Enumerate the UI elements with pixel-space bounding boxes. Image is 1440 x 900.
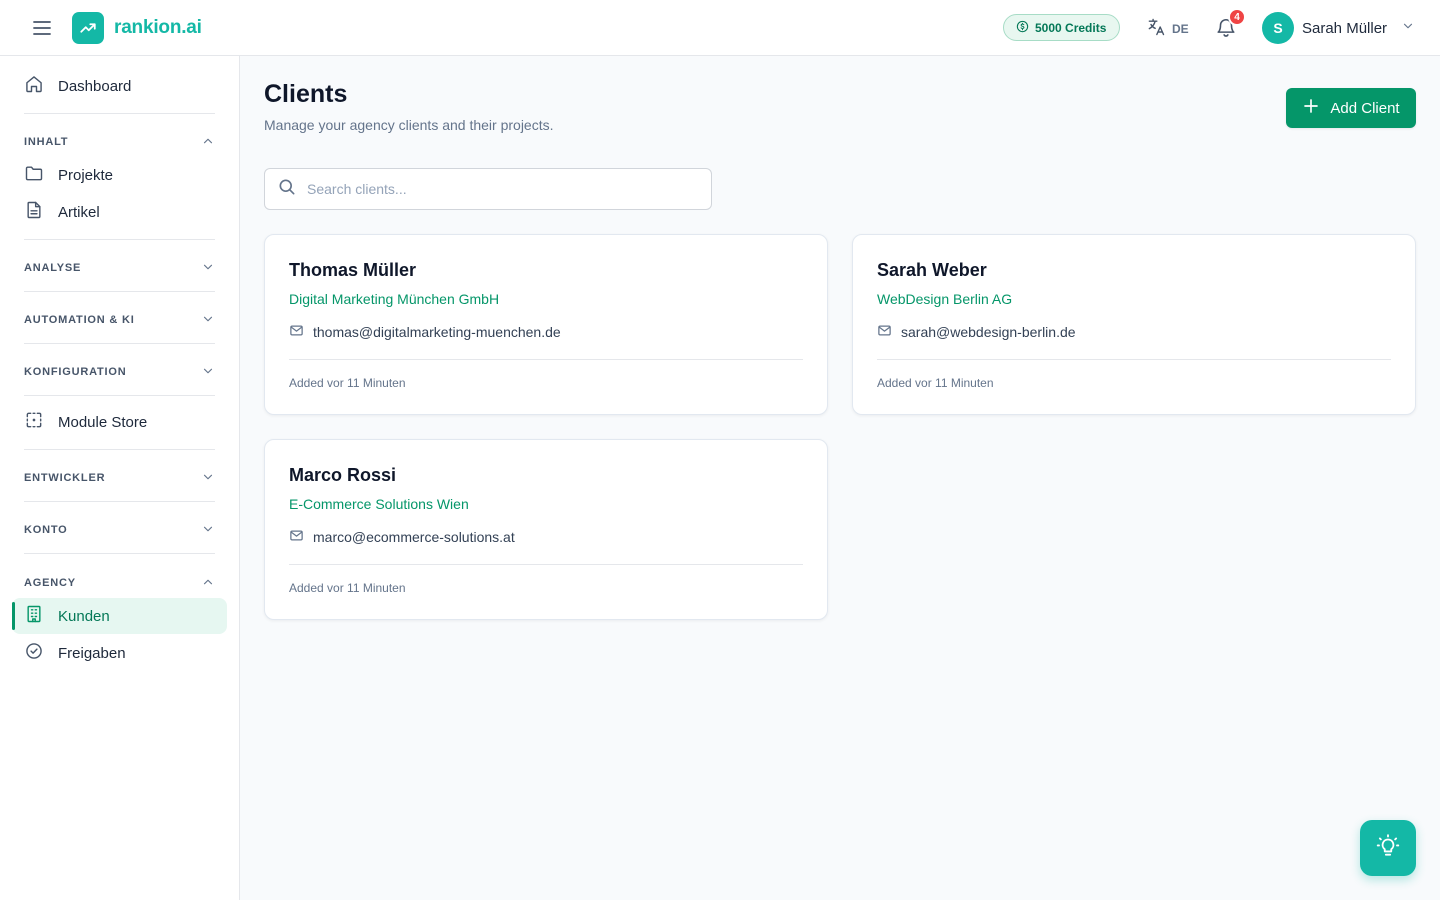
client-card[interactable]: Sarah Weber WebDesign Berlin AG sarah@we… — [852, 234, 1416, 415]
plus-icon — [1302, 97, 1320, 119]
divider — [24, 553, 215, 554]
divider — [24, 395, 215, 396]
chevron-down-icon — [1401, 19, 1415, 38]
search-icon — [277, 177, 297, 202]
active-indicator — [12, 602, 15, 630]
section-agency[interactable]: AGENCY — [24, 573, 215, 593]
client-company[interactable]: E-Commerce Solutions Wien — [289, 496, 803, 516]
sidebar-item-dashboard[interactable]: Dashboard — [12, 68, 227, 104]
chevron-up-icon — [201, 575, 215, 592]
section-analyse[interactable]: ANALYSE — [24, 258, 215, 278]
client-email[interactable]: marco@ecommerce-solutions.at — [313, 529, 515, 545]
search-input[interactable] — [307, 181, 687, 197]
add-client-label: Add Client — [1330, 99, 1400, 117]
top-bar: rankion.ai 5000 Credits DE 4 S Sarah Mül… — [0, 0, 1440, 56]
client-added-date: Added vor 11 Minuten — [289, 376, 406, 390]
client-email-row: marco@ecommerce-solutions.at — [289, 526, 803, 548]
section-label: INHALT — [24, 136, 69, 148]
divider — [289, 564, 803, 565]
chevron-down-icon — [201, 522, 215, 539]
language-switcher[interactable]: DE — [1146, 17, 1189, 40]
divider — [24, 291, 215, 292]
sidebar-item-projekte[interactable]: Projekte — [12, 157, 227, 193]
sidebar-item-module-store[interactable]: Module Store — [12, 404, 227, 440]
chevron-down-icon — [201, 260, 215, 277]
mail-icon — [877, 323, 892, 341]
chevron-down-icon — [201, 364, 215, 381]
user-name: Sarah Müller — [1302, 19, 1388, 37]
language-code: DE — [1172, 21, 1189, 36]
section-label: ENTWICKLER — [24, 472, 106, 484]
section-automation[interactable]: AUTOMATION & KI — [24, 310, 215, 330]
client-email[interactable]: thomas@digitalmarketing-muenchen.de — [313, 324, 561, 340]
chevron-down-icon — [201, 312, 215, 329]
section-label: AGENCY — [24, 577, 76, 589]
page-subtitle: Manage your agency clients and their pro… — [264, 117, 554, 133]
client-name: Thomas Müller — [289, 260, 417, 280]
chevron-up-icon — [201, 134, 215, 151]
divider — [289, 359, 803, 360]
client-added-date: Added vor 11 Minuten — [877, 376, 994, 390]
divider — [24, 239, 215, 240]
mail-icon — [289, 528, 304, 546]
client-added-date: Added vor 11 Minuten — [289, 581, 406, 595]
credits-label: 5000 Credits — [1035, 20, 1107, 35]
user-menu[interactable]: S Sarah Müller — [1262, 12, 1415, 44]
sidebar-item-label: Projekte — [58, 166, 114, 184]
section-inhalt[interactable]: INHALT — [24, 132, 215, 152]
section-konfiguration[interactable]: KONFIGURATION — [24, 362, 215, 382]
sidebar: Dashboard INHALT Projekte Artikel ANALYS… — [0, 56, 240, 900]
section-label: AUTOMATION & KI — [24, 314, 135, 326]
lightbulb-button[interactable] — [1360, 820, 1416, 876]
credits-badge[interactable]: 5000 Credits — [1003, 14, 1121, 41]
chevron-down-icon — [201, 470, 215, 487]
section-label: KONTO — [24, 524, 68, 536]
sidebar-item-label: Artikel — [58, 203, 100, 221]
add-client-button[interactable]: Add Client — [1286, 88, 1416, 128]
client-name: Sarah Weber — [877, 260, 987, 280]
translate-icon — [1146, 17, 1166, 40]
coin-icon — [1016, 20, 1029, 36]
sidebar-item-kunden[interactable]: Kunden — [12, 598, 227, 634]
sidebar-item-freigaben[interactable]: Freigaben — [12, 635, 227, 671]
menu-icon[interactable] — [30, 16, 54, 40]
sidebar-item-label: Module Store — [58, 413, 148, 431]
client-email-row: sarah@webdesign-berlin.de — [877, 321, 1391, 343]
mail-icon — [289, 323, 304, 341]
lightbulb-icon — [1375, 833, 1401, 864]
client-company[interactable]: WebDesign Berlin AG — [877, 291, 1391, 311]
brand-logo[interactable]: rankion.ai — [72, 12, 202, 44]
sidebar-item-artikel[interactable]: Artikel — [12, 194, 227, 230]
trending-up-icon — [72, 12, 104, 44]
sidebar-item-label: Freigaben — [58, 644, 126, 662]
folder-icon — [24, 163, 44, 187]
sidebar-item-label: Dashboard — [58, 77, 132, 95]
home-icon — [24, 74, 44, 98]
module-icon — [24, 410, 44, 434]
brand-name: rankion.ai — [114, 17, 202, 38]
divider — [877, 359, 1391, 360]
avatar: S — [1262, 12, 1294, 44]
divider — [24, 343, 215, 344]
section-konto[interactable]: KONTO — [24, 520, 215, 540]
section-entwickler[interactable]: ENTWICKLER — [24, 468, 215, 488]
client-company[interactable]: Digital Marketing München GmbH — [289, 291, 803, 311]
client-name: Marco Rossi — [289, 465, 397, 485]
search-box — [264, 168, 712, 210]
client-email-row: thomas@digitalmarketing-muenchen.de — [289, 321, 803, 343]
client-card[interactable]: Marco Rossi E-Commerce Solutions Wien ma… — [264, 439, 828, 620]
section-label: KONFIGURATION — [24, 366, 127, 378]
divider — [24, 113, 215, 114]
page-title: Clients — [264, 80, 348, 108]
building-icon — [24, 604, 44, 628]
document-icon — [24, 200, 44, 224]
notification-count-badge: 4 — [1228, 8, 1246, 26]
check-circle-icon — [24, 641, 44, 665]
section-label: ANALYSE — [24, 262, 82, 274]
divider — [24, 449, 215, 450]
client-email[interactable]: sarah@webdesign-berlin.de — [901, 324, 1076, 340]
divider — [24, 501, 215, 502]
sidebar-item-label: Kunden — [58, 607, 110, 625]
client-card[interactable]: Thomas Müller Digital Marketing München … — [264, 234, 828, 415]
